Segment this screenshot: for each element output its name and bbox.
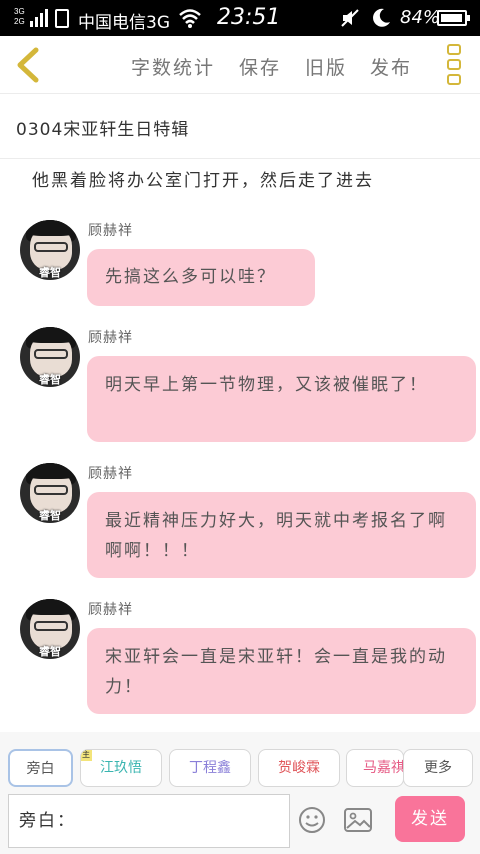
message-bubble[interactable]: 最近精神压力好大，明天就中考报名了啊啊啊！！！ bbox=[87, 492, 476, 578]
message-bubble[interactable]: 先搞这么多可以哇？ bbox=[87, 249, 315, 306]
main-role-badge: 主 bbox=[81, 750, 92, 761]
avatar-caption: 睿智 bbox=[39, 266, 61, 279]
image-icon[interactable] bbox=[344, 808, 372, 832]
avatar-caption: 睿智 bbox=[39, 509, 61, 522]
message-input[interactable]: 旁白： bbox=[8, 794, 290, 848]
sim-card-icon bbox=[55, 9, 69, 28]
emoji-icon[interactable] bbox=[298, 806, 326, 834]
role-chip-he[interactable]: 贺峻霖 bbox=[258, 749, 340, 787]
role-selector-bar: 旁白 主 江玖悟 丁程鑫 贺峻霖 马嘉祺 更多 bbox=[0, 732, 480, 792]
old-version-button[interactable]: 旧版 bbox=[305, 53, 347, 80]
story-title-row[interactable]: 0304宋亚轩生日特辑 bbox=[0, 95, 480, 159]
send-button[interactable]: 发送 bbox=[395, 796, 465, 842]
wifi-icon bbox=[179, 9, 201, 28]
sender-name: 顾赫祥 bbox=[88, 223, 133, 239]
carrier-label: 中国电信3G bbox=[78, 13, 170, 33]
avatar[interactable]: 睿智 bbox=[20, 599, 80, 659]
message-bubble[interactable]: 宋亚轩会一直是宋亚轩！会一直是我的动力！ bbox=[87, 628, 476, 714]
avatar-caption: 睿智 bbox=[39, 645, 61, 658]
battery-percent: 84% bbox=[400, 7, 441, 28]
network-top-label: 3G bbox=[14, 7, 25, 16]
sender-name: 顾赫祥 bbox=[88, 466, 133, 482]
top-toolbar: 字数统计 保存 旧版 发布 bbox=[0, 36, 480, 94]
avatar[interactable]: 睿智 bbox=[20, 220, 80, 280]
narration-text: 他黑着脸将办公室门打开，然后走了进去 bbox=[32, 171, 374, 191]
message-bubble[interactable]: 明天早上第一节物理，又该被催眠了！ bbox=[87, 356, 476, 442]
story-title[interactable]: 0304宋亚轩生日特辑 bbox=[16, 115, 189, 140]
network-type: 3G 2G bbox=[14, 7, 25, 27]
role-chip-jiang[interactable]: 主 江玖悟 bbox=[80, 749, 162, 787]
role-chip-ding[interactable]: 丁程鑫 bbox=[169, 749, 251, 787]
avatar[interactable]: 睿智 bbox=[20, 327, 80, 387]
avatar-caption: 睿智 bbox=[39, 373, 61, 386]
avatar[interactable]: 睿智 bbox=[20, 463, 80, 523]
battery-icon bbox=[437, 10, 470, 26]
do-not-disturb-icon bbox=[373, 8, 390, 27]
more-menu-icon[interactable] bbox=[447, 44, 463, 86]
save-button[interactable]: 保存 bbox=[239, 53, 281, 80]
status-bar: 3G 2G 中国电信3G 23:51 84% bbox=[0, 0, 480, 36]
sender-name: 顾赫祥 bbox=[88, 602, 133, 618]
word-count-button[interactable]: 字数统计 bbox=[131, 53, 215, 80]
sender-name: 顾赫祥 bbox=[88, 330, 133, 346]
publish-button[interactable]: 发布 bbox=[370, 53, 412, 80]
signal-icon bbox=[30, 9, 48, 27]
network-bottom-label: 2G bbox=[14, 17, 25, 26]
clock: 23:51 bbox=[217, 5, 281, 30]
role-chip-label: 江玖悟 bbox=[100, 760, 142, 776]
role-chip-ma[interactable]: 马嘉祺 bbox=[346, 749, 404, 787]
more-roles-button[interactable]: 更多 bbox=[403, 749, 473, 787]
input-bar: 旁白： 发送 bbox=[0, 792, 480, 854]
mute-icon bbox=[341, 9, 359, 27]
role-chip-narrator[interactable]: 旁白 bbox=[8, 749, 73, 787]
back-arrow-icon[interactable] bbox=[10, 44, 48, 86]
